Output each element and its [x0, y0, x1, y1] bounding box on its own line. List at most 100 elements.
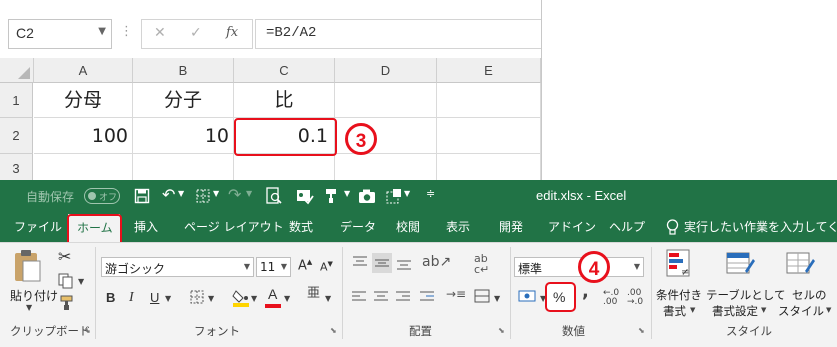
font-color-dropdown-icon[interactable]: ▼ [284, 294, 290, 303]
cell-b3[interactable] [133, 154, 234, 180]
underline-dropdown-icon[interactable]: ▼ [165, 294, 171, 303]
column-header-c[interactable]: C [234, 58, 335, 83]
row-header-1[interactable]: 1 [0, 83, 33, 118]
cell-a3[interactable] [34, 154, 133, 180]
name-box[interactable]: C2 ▼ [8, 19, 112, 49]
column-header-e[interactable]: E [437, 58, 541, 83]
align-top-icon[interactable] [350, 253, 370, 273]
drag-handle-icon[interactable]: ⋮ [120, 24, 133, 39]
increase-font-icon[interactable]: A▲ [298, 259, 312, 273]
cell-b1[interactable]: 分子 [133, 83, 234, 118]
customize-qat-icon[interactable]: ≑ [426, 187, 435, 200]
row-header-3[interactable]: 3 [0, 154, 33, 180]
save-icon[interactable] [134, 188, 150, 204]
cut-icon[interactable]: ✂ [58, 249, 71, 265]
increase-decimal-icon[interactable]: ←.0.00 [603, 289, 619, 307]
phonetic-icon[interactable]: 亜 [307, 287, 320, 300]
select-objects-icon[interactable] [386, 188, 402, 204]
decrease-indent-icon[interactable] [420, 291, 434, 301]
font-name-select[interactable]: 游ゴシック ▼ [101, 257, 254, 277]
autosave-toggle[interactable]: オフ [84, 188, 120, 204]
insert-function-icon[interactable]: fx [226, 25, 238, 40]
underline-button[interactable]: U [150, 291, 159, 304]
tab-insert[interactable]: 挿入 [134, 218, 158, 235]
merge-dropdown-icon[interactable]: ▼ [494, 294, 500, 303]
tab-formulas[interactable]: 数式 [289, 218, 313, 235]
format-as-table-icon[interactable] [726, 249, 756, 279]
print-preview-icon[interactable] [266, 187, 282, 205]
format-painter-qat-icon[interactable] [324, 188, 340, 204]
borders-dropdown-icon[interactable]: ▼ [208, 294, 214, 303]
paste-label[interactable]: 貼り付け [10, 287, 58, 304]
fill-dropdown-icon[interactable]: ▼ [251, 294, 257, 303]
column-header-d[interactable]: D [335, 58, 437, 83]
cell-c3[interactable] [234, 154, 335, 180]
copy-dropdown-icon[interactable]: ▼ [78, 277, 84, 286]
tab-view[interactable]: 表示 [446, 218, 470, 235]
merge-cells-icon[interactable] [474, 289, 490, 303]
column-header-b[interactable]: B [133, 58, 234, 83]
tab-file[interactable]: ファイル [14, 218, 62, 235]
paste-dropdown-icon[interactable]: ▼ [26, 303, 32, 312]
cell-style-label-1[interactable]: セルの [792, 287, 827, 303]
align-right-icon[interactable] [396, 291, 410, 301]
align-left-icon[interactable] [352, 291, 366, 301]
conditional-formatting-icon[interactable]: ≠ [666, 249, 694, 279]
formula-input[interactable]: =B2/A2 [255, 19, 541, 49]
painter-dropdown-icon[interactable]: ▼ [344, 189, 350, 198]
fill-color-icon[interactable] [232, 287, 250, 307]
borders-qat-icon[interactable] [196, 189, 210, 203]
camera-icon[interactable] [358, 188, 376, 204]
accounting-format-icon[interactable] [518, 290, 538, 304]
font-color-icon[interactable]: A [268, 287, 277, 301]
tell-me-search[interactable]: 実行したい作業を入力してくだ [684, 218, 837, 235]
percent-style-button[interactable]: % [545, 282, 576, 312]
comma-style-button[interactable]: , [582, 283, 589, 301]
format-painter-icon[interactable] [58, 295, 74, 311]
tab-page-layout[interactable]: ページ レイアウト [184, 218, 284, 235]
select-all-corner[interactable] [0, 58, 34, 83]
number-launcher-icon[interactable]: ⬊ [638, 326, 645, 335]
borders-icon[interactable] [190, 290, 204, 304]
decrease-font-icon[interactable]: A▼ [320, 261, 333, 273]
wrap-text-icon[interactable]: ab c↵ [474, 253, 489, 275]
spelling-check-icon[interactable] [296, 187, 314, 205]
borders-dropdown-icon[interactable]: ▼ [213, 189, 219, 198]
cond-format-label-1[interactable]: 条件付き [656, 287, 702, 303]
cond-format-label-2[interactable]: 書式 [663, 303, 686, 319]
phonetic-dropdown-icon[interactable]: ▼ [325, 294, 331, 303]
column-header-a[interactable]: A [34, 58, 133, 83]
tab-developer[interactable]: 開発 [499, 218, 523, 235]
orientation-icon[interactable]: ab↗ [422, 255, 451, 269]
tab-addins[interactable]: アドイン [548, 218, 596, 235]
table-format-dropdown-icon[interactable]: ▼ [761, 306, 766, 314]
font-launcher-icon[interactable]: ⬊ [330, 326, 337, 335]
table-format-label-1[interactable]: テーブルとして [706, 287, 785, 303]
cell-a1[interactable]: 分母 [34, 83, 133, 118]
row-header-2[interactable]: 2 [0, 118, 33, 154]
cell-d1[interactable] [335, 83, 437, 118]
cancel-icon[interactable]: ✕ [154, 25, 166, 41]
align-bottom-icon[interactable] [397, 260, 411, 270]
tab-review[interactable]: 校閲 [396, 218, 420, 235]
cell-e2[interactable] [437, 118, 541, 154]
cell-e1[interactable] [437, 83, 541, 118]
font-size-select[interactable]: 11 ▼ [256, 257, 291, 277]
check-icon[interactable]: ✓ [190, 25, 202, 41]
tab-data[interactable]: データ [340, 218, 376, 235]
cell-a2[interactable]: 100 [34, 118, 133, 154]
alignment-launcher-icon[interactable]: ⬊ [498, 326, 505, 335]
decrease-decimal-icon[interactable]: .00 →.0 [627, 289, 643, 307]
clipboard-launcher-icon[interactable]: ⬊ [84, 326, 91, 335]
cell-styles-icon[interactable] [786, 249, 816, 279]
cond-format-dropdown-icon[interactable]: ▼ [690, 306, 695, 314]
cell-d3[interactable] [335, 154, 437, 180]
increase-indent-icon[interactable]: →≡ [446, 288, 466, 300]
cell-style-dropdown-icon[interactable]: ▼ [826, 306, 831, 314]
bold-button[interactable]: B [106, 291, 115, 304]
objects-dropdown-icon[interactable]: ▼ [404, 189, 410, 198]
align-middle-icon[interactable] [372, 253, 392, 273]
chevron-down-icon[interactable]: ▼ [98, 26, 106, 37]
clipboard-paste-icon[interactable] [12, 249, 42, 283]
italic-button[interactable]: I [129, 291, 134, 305]
